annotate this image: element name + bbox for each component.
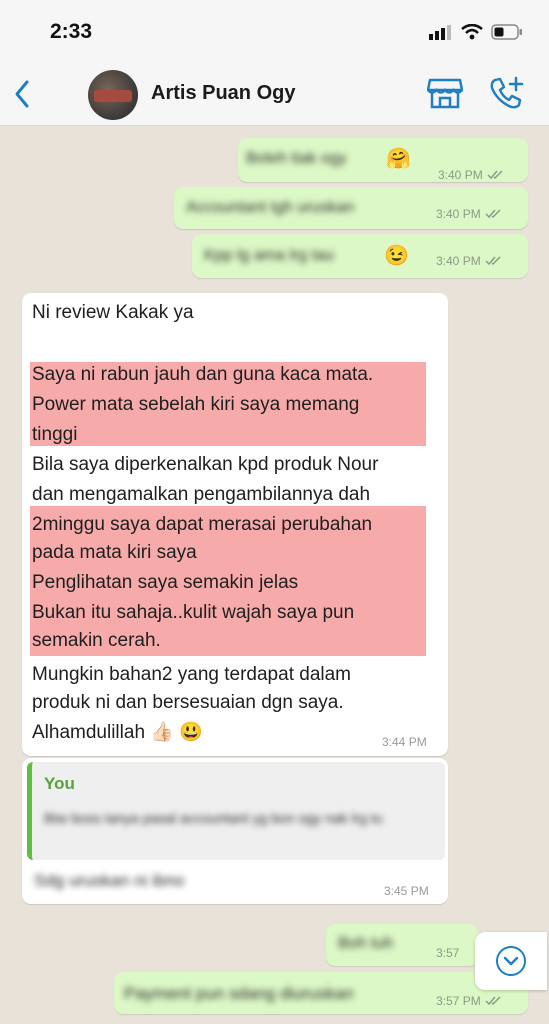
message-text: Boh tuh — [338, 935, 394, 952]
review-line: Penglihatan saya semakin jelas — [32, 572, 299, 593]
scroll-to-bottom-button[interactable] — [475, 932, 547, 990]
signal-icon — [429, 25, 451, 40]
message-emoji: 😉 — [384, 245, 409, 267]
contact-name[interactable]: Artis Puan Ogy — [151, 82, 295, 105]
status-bar: 2:33 — [0, 0, 549, 62]
message-text: Kpp lg ama lrg tau — [204, 247, 334, 264]
status-icons — [429, 24, 523, 40]
outgoing-message[interactable]: Payment pun sdang diuruskan 3:57 PM — [114, 972, 528, 1014]
status-time: 2:33 — [50, 20, 93, 43]
review-line: 2minggu saya dapat merasai perubahan — [32, 514, 373, 535]
outgoing-message[interactable]: Kpp lg ama lrg tau 😉 3:40 PM — [192, 234, 528, 278]
store-icon[interactable] — [427, 76, 463, 110]
chat-area[interactable]: Boleh tiak ogy 🤗 3:40 PM Accountant tgh … — [0, 126, 549, 1024]
review-line: Ni review Kakak ya — [32, 302, 194, 323]
review-line: Power mata sebelah kiri saya memang — [32, 394, 360, 415]
message-text: Payment pun sdang diuruskan — [124, 984, 354, 1003]
message-text: Accountant tgh uruskan — [186, 199, 355, 216]
message-meta: 3:40 PM — [438, 168, 505, 182]
review-line: Saya ni rabun jauh dan guna kaca mata. — [32, 364, 374, 385]
message-time: 3:57 — [436, 946, 460, 960]
message-meta: 3:57 — [436, 946, 459, 960]
back-icon[interactable] — [10, 78, 34, 110]
double-check-icon — [485, 209, 501, 219]
quote-author: You — [44, 774, 75, 793]
message-meta: 3:40 PM — [436, 207, 503, 221]
message-text: Boleh tiak ogy — [246, 150, 347, 167]
quoted-message[interactable]: You Btw boss tanya pasal accountant yg b… — [27, 762, 445, 860]
double-check-icon — [487, 170, 503, 180]
double-check-icon — [485, 256, 501, 266]
outgoing-message[interactable]: Boleh tiak ogy 🤗 3:40 PM — [238, 138, 528, 182]
message-meta: 3:57 PM — [436, 994, 503, 1008]
wifi-icon — [461, 24, 483, 40]
message-time: 3:45 PM — [384, 884, 429, 898]
battery-icon — [491, 24, 522, 40]
message-time: 3:57 PM — [436, 994, 481, 1008]
message-time: 3:44 PM — [382, 735, 427, 749]
message-time: 3:40 PM — [438, 168, 483, 182]
review-line: Mungkin bahan2 yang terdapat dalam — [32, 664, 352, 685]
review-line: Bila saya diperkenalkan kpd produk Nour — [32, 454, 379, 475]
message-time: 3:40 PM — [436, 254, 481, 268]
review-line: tinggi — [32, 424, 78, 445]
quote-text: Btw boss tanya pasal accountant yg bon o… — [44, 810, 383, 826]
chat-header: Artis Puan Ogy — [0, 62, 549, 126]
message-time: 3:40 PM — [436, 207, 481, 221]
avatar[interactable] — [88, 70, 138, 120]
message-emoji: 🤗 — [386, 148, 411, 170]
message-text: Sdg uruskan ni ibno — [34, 871, 185, 890]
review-line: Alhamdulillah 👍🏻 😃 — [32, 722, 203, 743]
add-call-icon[interactable] — [489, 76, 525, 110]
message-meta: 3:40 PM — [436, 254, 503, 268]
chevron-down-icon — [496, 946, 526, 976]
outgoing-message[interactable]: Boh tuh 3:57 — [326, 924, 478, 966]
review-line: pada mata kiri saya — [32, 542, 197, 563]
review-line: semakin cerah. — [32, 630, 161, 651]
outgoing-message[interactable]: Accountant tgh uruskan 3:40 PM — [174, 187, 528, 229]
review-line: dan mengamalkan pengambilannya dah — [32, 484, 371, 505]
double-check-icon — [485, 996, 501, 1006]
review-line: Bukan itu sahaja..kulit wajah saya pun — [32, 602, 355, 623]
review-line: produk ni dan bersesuaian dgn saya. — [32, 692, 344, 713]
